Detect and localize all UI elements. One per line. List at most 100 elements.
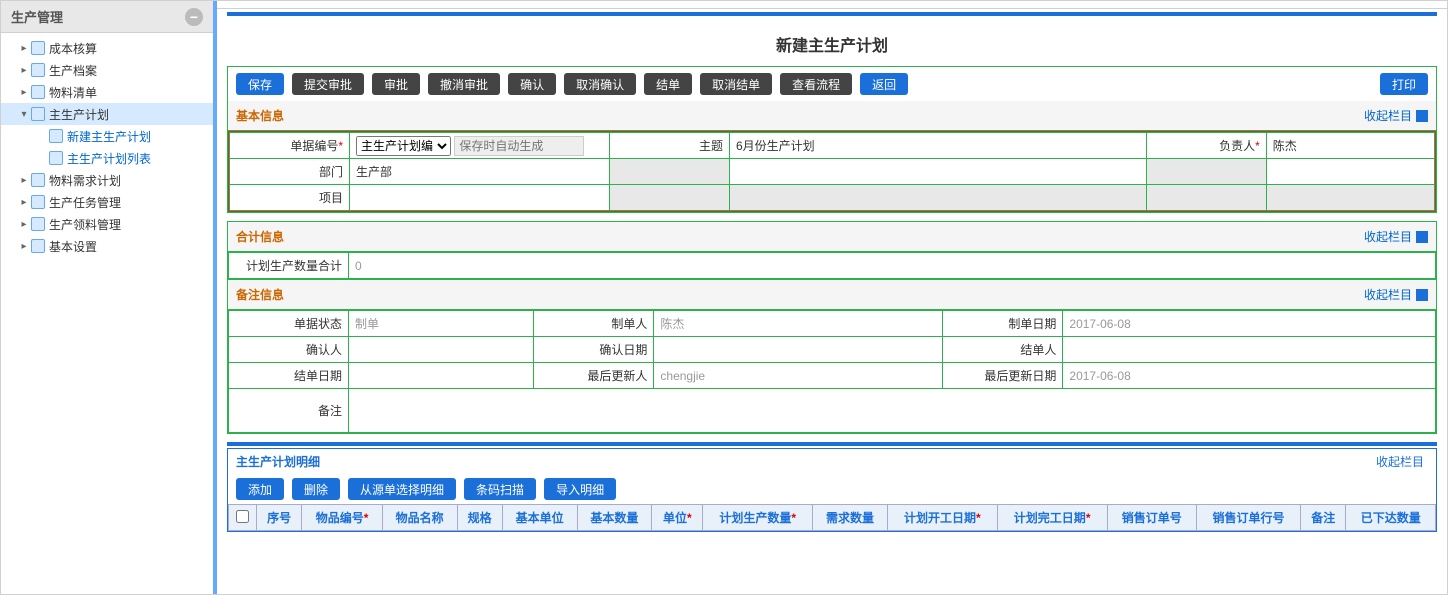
print-button[interactable]: 打印 <box>1380 73 1428 95</box>
remark-value[interactable] <box>349 389 1436 433</box>
tree-item-pick[interactable]: ▸ 生产领料管理 <box>1 213 213 235</box>
divider-line <box>227 442 1437 446</box>
detail-title: 主生产计划明细 <box>236 453 320 470</box>
chevron-down-icon: ▾ <box>19 109 29 120</box>
closer-label: 结单人 <box>943 337 1063 363</box>
approve-button[interactable]: 审批 <box>372 73 420 95</box>
chevron-right-icon: ▸ <box>19 197 29 208</box>
revoke-button[interactable]: 撤消审批 <box>428 73 500 95</box>
dept-value[interactable]: 生产部 <box>350 159 610 185</box>
collapse-icon <box>1416 289 1428 301</box>
doc-no-type-select[interactable]: 主生产计划编 <box>356 136 451 156</box>
updater-label: 最后更新人 <box>534 363 654 389</box>
chevron-right-icon: ▸ <box>19 175 29 186</box>
chevron-right-icon: ▸ <box>19 219 29 230</box>
doc-icon <box>49 129 63 143</box>
status-label: 单据状态 <box>229 311 349 337</box>
tree-item-mps[interactable]: ▾ 主生产计划 <box>1 103 213 125</box>
cancel-confirm-button[interactable]: 取消确认 <box>564 73 636 95</box>
page-title: 新建主生产计划 <box>227 26 1437 66</box>
section-header-basic: 基本信息 收起栏目 <box>228 101 1436 131</box>
chevron-right-icon: ▸ <box>19 43 29 54</box>
save-button[interactable]: 保存 <box>236 73 284 95</box>
status-value: 制单 <box>349 311 534 337</box>
toolbar: 保存 提交审批 审批 撤消审批 确认 取消确认 结单 取消结单 查看流程 返回 … <box>228 67 1436 101</box>
col-item-name: 物品名称 <box>382 505 457 531</box>
make-date-label: 制单日期 <box>943 311 1063 337</box>
section-label: 备注信息 <box>236 286 284 303</box>
collapse-section-link[interactable]: 收起栏目 <box>1364 107 1428 124</box>
doc-icon <box>31 195 45 209</box>
sidebar-collapse-icon[interactable]: − <box>185 8 203 26</box>
tree-item-cost[interactable]: ▸ 成本核算 <box>1 37 213 59</box>
doc-icon <box>31 217 45 231</box>
col-base-qty: 基本数量 <box>577 505 652 531</box>
close-button[interactable]: 结单 <box>644 73 692 95</box>
col-spec: 规格 <box>457 505 502 531</box>
sidebar-header: 生产管理 − <box>1 1 213 33</box>
col-item-no: 物品编号* <box>302 505 382 531</box>
col-base-unit: 基本单位 <box>502 505 577 531</box>
from-source-button[interactable]: 从源单选择明细 <box>348 478 456 500</box>
tree-item-mps-list[interactable]: 主生产计划列表 <box>1 147 213 169</box>
doc-no-input[interactable] <box>454 136 584 156</box>
confirm-date-label: 确认日期 <box>534 337 654 363</box>
chevron-right-icon: ▸ <box>19 87 29 98</box>
plan-qty-total-label: 计划生产数量合计 <box>229 253 349 279</box>
doc-icon <box>31 63 45 77</box>
plan-qty-total-value: 0 <box>349 253 1436 279</box>
delete-row-button[interactable]: 删除 <box>292 478 340 500</box>
doc-icon <box>31 173 45 187</box>
cancel-close-button[interactable]: 取消结单 <box>700 73 772 95</box>
doc-icon <box>31 41 45 55</box>
collapse-icon <box>1416 231 1428 243</box>
basic-info-table: 单据编号* 主生产计划编 主题 6月份生产计划 负责人* 陈杰 部门 生产部 <box>229 132 1435 211</box>
subject-value[interactable]: 6月份生产计划 <box>730 133 1147 159</box>
tree-item-mps-new[interactable]: 新建主生产计划 <box>1 125 213 147</box>
confirmer-label: 确认人 <box>229 337 349 363</box>
tree-item-bom[interactable]: ▸ 物料清单 <box>1 81 213 103</box>
detail-table: 序号 物品编号* 物品名称 规格 基本单位 基本数量 单位* 计划生产数量* 需… <box>228 504 1436 531</box>
col-unit: 单位* <box>652 505 703 531</box>
chevron-right-icon: ▸ <box>19 65 29 76</box>
col-so-line: 销售订单行号 <box>1196 505 1300 531</box>
view-flow-button[interactable]: 查看流程 <box>780 73 852 95</box>
sidebar: 生产管理 − ▸ 成本核算 ▸ 生产档案 ▸ 物料清单 ▾ 主生产计划 <box>1 1 217 594</box>
import-button[interactable]: 导入明细 <box>544 478 616 500</box>
collapse-detail-link[interactable]: 收起栏目 <box>1376 453 1428 470</box>
chevron-right-icon: ▸ <box>19 241 29 252</box>
progress-bar <box>227 12 1437 16</box>
add-row-button[interactable]: 添加 <box>236 478 284 500</box>
col-demand-qty: 需求数量 <box>813 505 888 531</box>
update-date-value: 2017-06-08 <box>1063 363 1436 389</box>
col-issued-qty: 已下达数量 <box>1346 505 1436 531</box>
tree-item-settings[interactable]: ▸ 基本设置 <box>1 235 213 257</box>
project-label: 项目 <box>230 185 350 211</box>
sidebar-title: 生产管理 <box>11 7 63 26</box>
submit-button[interactable]: 提交审批 <box>292 73 364 95</box>
section-label: 合计信息 <box>236 228 284 245</box>
select-all-checkbox[interactable] <box>236 510 249 523</box>
maker-label: 制单人 <box>534 311 654 337</box>
barcode-button[interactable]: 条码扫描 <box>464 478 536 500</box>
tree-item-task[interactable]: ▸ 生产任务管理 <box>1 191 213 213</box>
back-button[interactable]: 返回 <box>860 73 908 95</box>
section-label: 基本信息 <box>236 107 284 124</box>
col-remark: 备注 <box>1301 505 1346 531</box>
owner-value[interactable]: 陈杰 <box>1266 133 1434 159</box>
confirm-button[interactable]: 确认 <box>508 73 556 95</box>
col-start-date: 计划开工日期* <box>887 505 997 531</box>
detail-panel: 主生产计划明细 收起栏目 添加 删除 从源单选择明细 条码扫描 导入明细 序号 … <box>227 448 1437 532</box>
col-seq: 序号 <box>257 505 302 531</box>
col-so-no: 销售订单号 <box>1107 505 1196 531</box>
toolbar-and-basic-panel: 保存 提交审批 审批 撤消审批 确认 取消确认 结单 取消结单 查看流程 返回 … <box>227 66 1437 213</box>
project-value[interactable] <box>350 185 610 211</box>
tree-item-archive[interactable]: ▸ 生产档案 <box>1 59 213 81</box>
collapse-section-link[interactable]: 收起栏目 <box>1364 228 1428 245</box>
tree-item-mrp[interactable]: ▸ 物料需求计划 <box>1 169 213 191</box>
dept-label: 部门 <box>230 159 350 185</box>
collapse-section-link[interactable]: 收起栏目 <box>1364 286 1428 303</box>
doc-icon <box>31 107 45 121</box>
doc-no-label: 单据编号* <box>230 133 350 159</box>
update-date-label: 最后更新日期 <box>943 363 1063 389</box>
